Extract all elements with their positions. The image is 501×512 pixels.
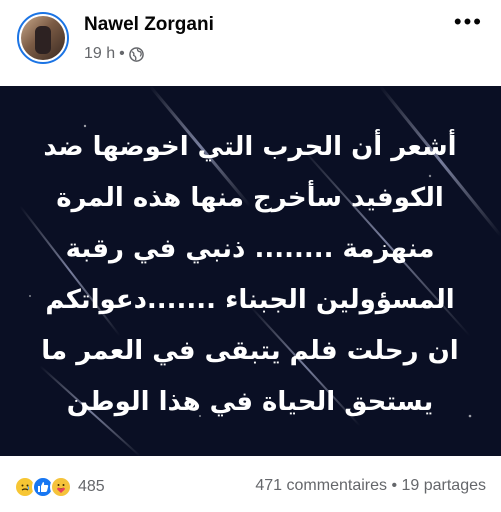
post-text-line: ان رحلت فلم يتبقى في العمر ما [41,336,459,366]
post-time[interactable]: 19 h [84,45,115,63]
post-meta: 19 h • [84,45,144,63]
reactions-summary[interactable]: 485 [14,476,105,498]
post-text-line: أشعر أن الحرب التي اخوضها ضد [43,132,457,162]
comments-shares-stats[interactable]: 471 commentaires • 19 partages [255,477,486,495]
post-image[interactable]: أشعر أن الحرب التي اخوضها ضد الكوفيد سأخ… [0,86,501,456]
more-options-icon[interactable]: ••• [454,11,483,33]
author-name[interactable]: Nawel Zorgani [84,14,214,36]
post-text: أشعر أن الحرب التي اخوضها ضد الكوفيد سأخ… [14,122,486,428]
post-footer: 485 471 commentaires • 19 partages [0,460,501,512]
post-header: Nawel Zorgani 19 h • ••• [0,0,501,80]
reaction-count: 485 [78,478,105,495]
post-text-line: الكوفيد سأخرج منها هذه المرة [56,183,444,213]
post-text-line: منهزمة ........ ذنبي في رقبة [65,234,435,264]
care-reaction-icon [50,476,72,498]
avatar-image [21,16,65,60]
post-text-line: المسؤولين الجبناء .......دعواتكم [45,285,455,315]
post-text-line: يستحق الحياة في هذا الوطن [66,387,434,417]
globe-icon[interactable] [128,46,144,62]
meta-separator: • [119,45,125,62]
author-avatar[interactable] [17,12,69,64]
